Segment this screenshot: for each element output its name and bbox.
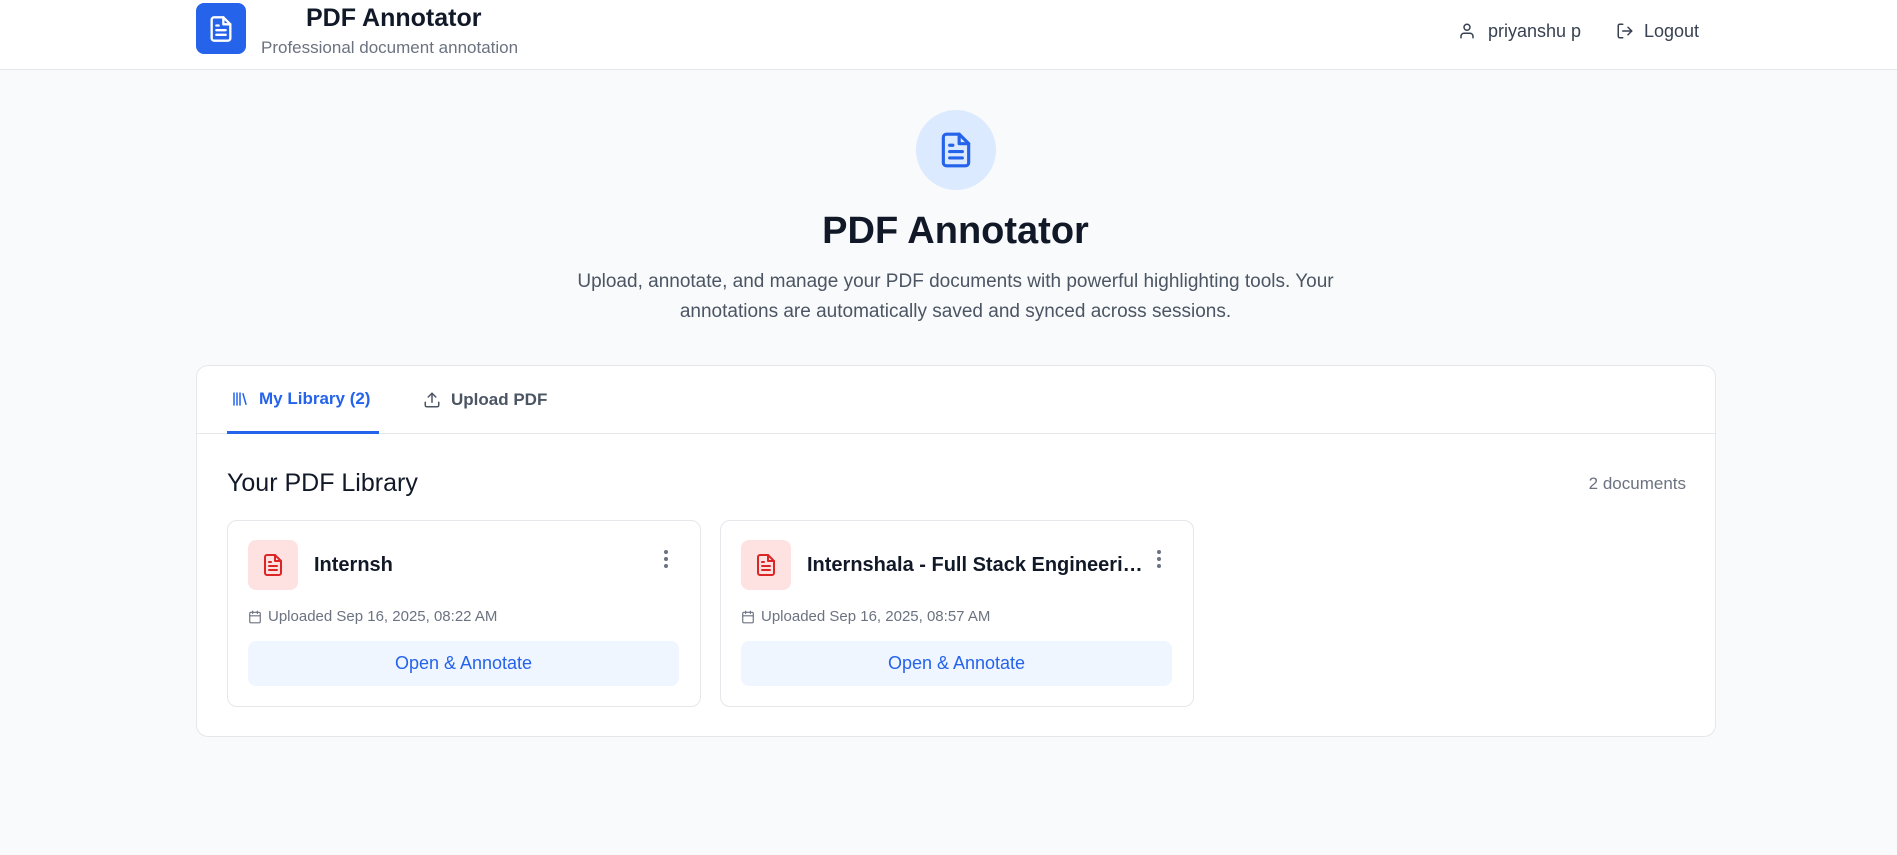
document-count: 2 documents xyxy=(1588,474,1686,493)
open-annotate-button[interactable]: Open & Annotate xyxy=(741,641,1172,686)
user-icon xyxy=(1460,23,1474,39)
upload-icon xyxy=(424,392,440,408)
document-name: Internshala - Full Stack Engineering... xyxy=(807,554,1147,576)
page-title: PDF Annotator xyxy=(822,210,1089,252)
document-card: Internsh Uploaded Sep 16, 2025, 08:22 AM… xyxy=(227,520,701,707)
logout-label: Logout xyxy=(1644,20,1700,41)
page-description: Upload, annotate, and manage your PDF do… xyxy=(577,271,1334,322)
upload-date-text: Uploaded Sep 16, 2025, 08:22 AM xyxy=(268,608,498,625)
top-navbar: PDF Annotator Professional document anno… xyxy=(0,0,1897,70)
pdf-file-icon xyxy=(264,554,282,576)
upload-date: Uploaded Sep 16, 2025, 08:57 AM xyxy=(741,608,990,625)
library-heading: Your PDF Library xyxy=(227,469,418,497)
library-icon xyxy=(233,391,247,406)
pdf-file-icon xyxy=(757,554,775,576)
document-name: Internsh xyxy=(314,554,393,576)
document-icon xyxy=(941,132,971,168)
hero-icon-circle xyxy=(916,110,996,190)
open-annotate-button[interactable]: Open & Annotate xyxy=(248,641,679,686)
user-name: priyanshu p xyxy=(1488,20,1582,41)
app-title: PDF Annotator xyxy=(306,4,482,32)
calendar-icon xyxy=(742,610,754,623)
app-logo xyxy=(196,3,246,54)
more-options-icon[interactable] xyxy=(656,547,676,571)
tab-bar: My Library (2) Upload PDF xyxy=(197,366,1715,434)
file-icon-tile xyxy=(248,540,298,590)
logout-button[interactable]: Logout xyxy=(1616,18,1699,44)
upload-date-text: Uploaded Sep 16, 2025, 08:57 AM xyxy=(761,608,991,625)
app-subtitle: Professional document annotation xyxy=(261,38,519,57)
user-profile-button[interactable]: priyanshu p xyxy=(1458,18,1581,44)
tab-label: My Library (2) xyxy=(259,388,371,408)
file-icon-tile xyxy=(741,540,791,590)
tab-upload-pdf[interactable]: Upload PDF xyxy=(423,366,547,434)
tab-label: Upload PDF xyxy=(451,390,548,409)
more-options-icon[interactable] xyxy=(1149,547,1169,571)
upload-date: Uploaded Sep 16, 2025, 08:22 AM xyxy=(248,608,497,625)
library-panel: My Library (2) Upload PDF Your PDF Libra… xyxy=(196,365,1716,737)
logout-icon xyxy=(1617,23,1633,39)
document-icon xyxy=(210,15,232,42)
document-card: Internshala - Full Stack Engineering... … xyxy=(720,520,1194,707)
tab-my-library[interactable]: My Library (2) xyxy=(227,366,379,434)
calendar-icon xyxy=(249,610,261,623)
